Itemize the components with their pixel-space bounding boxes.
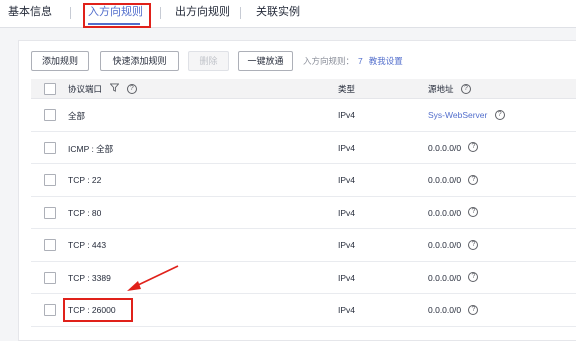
help-icon[interactable]: ?	[468, 272, 479, 283]
tab-divider	[70, 7, 71, 19]
table-row: TCP : 26000 IPv4 0.0.0.0/0 ?	[31, 294, 576, 327]
cell-source: 0.0.0.0/0 ?	[428, 174, 479, 186]
row-checkbox[interactable]	[44, 239, 56, 251]
delete-button[interactable]: 删除	[188, 51, 229, 71]
cell-protocol-port: TCP : 22	[68, 175, 102, 185]
help-icon[interactable]: ?	[468, 239, 479, 250]
table-row: TCP : 443 IPv4 0.0.0.0/0 ?	[31, 229, 576, 262]
help-icon[interactable]: ?	[468, 174, 479, 185]
cell-type: IPv4	[338, 142, 356, 153]
table-row: 全部 IPv4 Sys-WebServer ?	[31, 99, 576, 132]
active-tab-indicator	[88, 23, 140, 25]
one-click-allow-button[interactable]: 一键放通	[238, 51, 293, 71]
toolbar: 添加规则 快速添加规则 删除 一键放通 入方向规则： 7 教我设置	[31, 51, 571, 73]
cell-source: 0.0.0.0/0 ?	[428, 207, 479, 219]
cell-protocol-port: 全部	[68, 111, 86, 121]
source-address: 0.0.0.0/0	[428, 272, 462, 283]
cell-source: 0.0.0.0/0 ?	[428, 142, 479, 154]
help-icon[interactable]: ?	[460, 83, 471, 94]
tab-outbound-rules[interactable]: 出方向规则	[175, 0, 230, 27]
help-icon[interactable]: ?	[126, 83, 137, 94]
help-icon[interactable]: ?	[468, 142, 479, 153]
header-protocol-port: 协议端口 ?	[68, 83, 137, 95]
tab-bar: 基本信息 入方向规则 出方向规则 关联实例	[0, 0, 576, 28]
help-icon[interactable]: ?	[468, 207, 479, 218]
row-checkbox[interactable]	[44, 174, 56, 186]
row-checkbox[interactable]	[44, 304, 56, 316]
table-row: TCP : 3389 IPv4 0.0.0.0/0 ?	[31, 262, 576, 294]
source-address: 0.0.0.0/0	[428, 142, 462, 153]
rule-count-info: 入方向规则： 7 教我设置	[303, 55, 403, 67]
teach-me-link[interactable]: 教我设置	[369, 56, 403, 66]
row-checkbox[interactable]	[44, 271, 56, 284]
source-address: 0.0.0.0/0	[428, 175, 462, 185]
cell-source: Sys-WebServer ?	[428, 109, 505, 121]
rule-count-label: 入方向规则：	[303, 56, 355, 66]
cell-protocol-port: ICMP : 全部	[68, 143, 114, 154]
cell-type: IPv4	[338, 272, 356, 283]
cell-source: 0.0.0.0/0 ?	[428, 304, 479, 316]
header-source: 源地址 ?	[428, 83, 471, 95]
help-icon[interactable]: ?	[494, 109, 505, 120]
cell-type: IPv4	[338, 240, 356, 250]
rule-count-value: 7	[358, 56, 363, 66]
cell-protocol-port: TCP : 26000	[68, 305, 116, 315]
rules-table: 协议端口 ? 类型 源地址 ? 全部 IPv4 Sys-WebServer ? …	[31, 79, 576, 327]
tab-divider	[240, 7, 241, 19]
header-source-label: 源地址	[428, 84, 454, 94]
cell-type: IPv4	[338, 305, 356, 315]
source-address: 0.0.0.0/0	[428, 240, 462, 250]
header-type: 类型	[338, 84, 356, 94]
row-checkbox[interactable]	[44, 109, 56, 121]
select-all-checkbox[interactable]	[44, 83, 56, 95]
source-address: 0.0.0.0/0	[428, 207, 462, 218]
cell-source: 0.0.0.0/0 ?	[428, 272, 479, 284]
table-header: 协议端口 ? 类型 源地址 ?	[31, 79, 576, 99]
cell-protocol-port: TCP : 443	[68, 240, 107, 250]
table-row: TCP : 22 IPv4 0.0.0.0/0 ?	[31, 164, 576, 197]
row-checkbox[interactable]	[44, 141, 56, 154]
quick-add-rule-button[interactable]: 快速添加规则	[100, 51, 179, 71]
cell-protocol-port: TCP : 80	[68, 207, 102, 218]
table-row: TCP : 80 IPv4 0.0.0.0/0 ?	[31, 197, 576, 229]
cell-source: 0.0.0.0/0 ?	[428, 239, 479, 251]
filter-icon[interactable]	[109, 83, 120, 94]
tab-basic-info[interactable]: 基本信息	[8, 0, 52, 27]
help-icon[interactable]: ?	[468, 304, 479, 315]
security-group-page: 基本信息 入方向规则 出方向规则 关联实例 添加规则 快速添加规则 删除 一键放…	[0, 0, 576, 341]
cell-type: IPv4	[338, 207, 356, 218]
cell-protocol-port: TCP : 3389	[68, 272, 111, 283]
rules-card: 添加规则 快速添加规则 删除 一键放通 入方向规则： 7 教我设置 协议端口 ? 类…	[18, 40, 576, 341]
add-rule-button[interactable]: 添加规则	[31, 51, 89, 71]
tab-associated-instances[interactable]: 关联实例	[256, 0, 300, 27]
row-checkbox[interactable]	[44, 206, 56, 219]
source-address: 0.0.0.0/0	[428, 305, 462, 315]
source-group-link[interactable]: Sys-WebServer	[428, 110, 487, 120]
cell-type: IPv4	[338, 175, 356, 185]
tab-divider	[160, 7, 161, 19]
table-row: ICMP : 全部 IPv4 0.0.0.0/0 ?	[31, 132, 576, 164]
cell-type: IPv4	[338, 110, 356, 120]
header-protocol-port-label: 协议端口	[68, 84, 103, 94]
